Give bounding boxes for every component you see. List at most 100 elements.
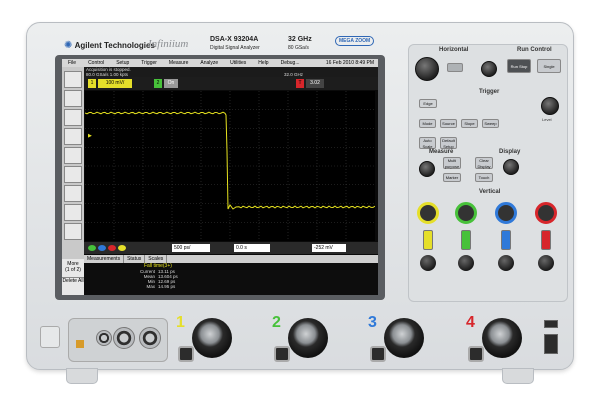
run-control-label: Run Control bbox=[517, 47, 552, 53]
menu-analyze[interactable]: Analyze bbox=[194, 60, 224, 66]
touch-button[interactable]: Touch bbox=[475, 173, 493, 182]
menu-help[interactable]: Help bbox=[252, 60, 274, 66]
menu-trigger[interactable]: Trigger bbox=[135, 60, 163, 66]
ch3-input-number: 3 bbox=[368, 314, 377, 331]
pulse-trigger-icon[interactable] bbox=[64, 128, 82, 145]
window-trigger-icon[interactable] bbox=[64, 166, 82, 183]
ch-toggle-icon[interactable] bbox=[98, 245, 106, 251]
ch3-scale-knob[interactable] bbox=[495, 202, 517, 224]
ch1-offset-knob[interactable] bbox=[420, 255, 436, 271]
ch2-probe-jack bbox=[274, 346, 290, 362]
bandwidth-label: 32 GHz 80 GSa/s bbox=[288, 36, 312, 51]
horizontal-position-knob[interactable] bbox=[481, 61, 497, 77]
auto-scale-button[interactable]: Auto Scale bbox=[419, 137, 436, 149]
control-bar: 500 ps/ 0.0 s -252 mV bbox=[84, 242, 378, 254]
trigger-section-label: Trigger bbox=[479, 89, 500, 95]
trigger-level-field[interactable]: -252 mV bbox=[312, 244, 346, 252]
power-button[interactable] bbox=[40, 326, 60, 348]
aux-in-connector bbox=[139, 327, 161, 349]
delay-field[interactable]: 0.0 s bbox=[234, 244, 270, 252]
trigger-value[interactable]: 3.02 bbox=[306, 79, 324, 88]
trigger-in-connector bbox=[113, 327, 135, 349]
default-setup-button[interactable]: Default Setup bbox=[440, 137, 457, 149]
display-screen: File Control Setup Trigger Measure Analy… bbox=[62, 59, 378, 295]
edge-trigger-icon[interactable] bbox=[64, 109, 82, 126]
mode-button[interactable]: Mode bbox=[419, 119, 436, 128]
tab-status[interactable]: Status bbox=[124, 255, 146, 263]
ch1-input-connector bbox=[192, 318, 232, 358]
megazoom-badge: MEGA ZOOM bbox=[335, 36, 375, 46]
ch3-on-button[interactable] bbox=[501, 230, 511, 250]
horizontal-section-label: Horizontal bbox=[439, 47, 469, 53]
ch2-offset-knob[interactable] bbox=[458, 255, 474, 271]
ch2-indicator[interactable]: 2 bbox=[154, 79, 162, 88]
single-button[interactable]: Single bbox=[537, 59, 561, 73]
ch1-input-number: 1 bbox=[176, 314, 185, 331]
foot-right bbox=[502, 368, 534, 384]
ch1-on-button[interactable] bbox=[423, 230, 433, 250]
ch-toggle-icon[interactable] bbox=[118, 245, 126, 251]
display-section-label: Display bbox=[499, 149, 521, 155]
measurement-panel: Measurements Status Scales Fall time(3+)… bbox=[84, 255, 378, 295]
ch4-on-button[interactable] bbox=[541, 230, 551, 250]
timebase-field[interactable]: 500 ps/ bbox=[172, 244, 210, 252]
ch2-input-number: 2 bbox=[272, 314, 281, 331]
menu-utilities[interactable]: Utilities bbox=[224, 60, 252, 66]
intensity-knob[interactable] bbox=[503, 159, 519, 175]
ch3-offset-knob[interactable] bbox=[498, 255, 514, 271]
ch3-input-connector bbox=[384, 318, 424, 358]
clear-display-button[interactable]: Clear Display bbox=[475, 157, 493, 169]
multi-purpose-button[interactable]: Multi purpose bbox=[443, 157, 461, 169]
foot-left bbox=[66, 368, 98, 384]
ch1-probe-jack bbox=[178, 346, 194, 362]
trigger-indicator[interactable]: T bbox=[296, 79, 304, 88]
menu-bar: File Control Setup Trigger Measure Analy… bbox=[62, 59, 378, 67]
ch3-probe-jack bbox=[370, 346, 386, 362]
run-stop-button[interactable]: Run Stop bbox=[507, 59, 531, 73]
menu-measure[interactable]: Measure bbox=[163, 60, 194, 66]
ch4-probe-jack bbox=[468, 346, 484, 362]
model-label: DSA-X 93204A Digital Signal Analyzer bbox=[210, 36, 260, 51]
aux-out-connector bbox=[96, 330, 112, 346]
marker-button[interactable]: Marker bbox=[443, 173, 461, 182]
pointer-tool-icon[interactable] bbox=[64, 71, 82, 88]
ch4-offset-knob[interactable] bbox=[538, 255, 554, 271]
ch1-scale-knob[interactable] bbox=[417, 202, 439, 224]
ch4-scale-knob[interactable] bbox=[535, 202, 557, 224]
zoom-button[interactable] bbox=[447, 63, 463, 72]
edge-button[interactable]: Edge bbox=[419, 99, 437, 108]
measure-section-label: Measure bbox=[429, 149, 454, 155]
menu-setup[interactable]: Setup bbox=[110, 60, 135, 66]
menu-file[interactable]: File bbox=[62, 60, 82, 66]
ch4-input-number: 4 bbox=[466, 314, 475, 331]
delete-all-button[interactable]: Delete All bbox=[62, 277, 84, 284]
tab-measurements[interactable]: Measurements bbox=[84, 255, 125, 263]
ch1-indicator[interactable]: 1 bbox=[88, 79, 96, 88]
horizontal-scale-knob[interactable] bbox=[415, 57, 439, 81]
measure-position-knob[interactable] bbox=[419, 161, 435, 177]
pattern-trigger-icon[interactable] bbox=[64, 223, 82, 240]
tab-scales[interactable]: Scales bbox=[145, 255, 168, 263]
waveform-graticule[interactable]: ▶ bbox=[85, 91, 375, 241]
ch-toggle-icon[interactable] bbox=[88, 245, 96, 251]
sweep-button[interactable]: Sweep bbox=[482, 119, 499, 128]
ch-toggle-icon[interactable] bbox=[108, 245, 116, 251]
slope-button[interactable]: Slope bbox=[461, 119, 478, 128]
ch2-on-button[interactable] bbox=[461, 230, 471, 250]
menu-debug[interactable]: Debug... bbox=[275, 60, 306, 66]
runt-trigger-icon[interactable] bbox=[64, 147, 82, 164]
infiniium-logo: Infiniium bbox=[148, 38, 189, 50]
timeout-trigger-icon[interactable] bbox=[64, 185, 82, 202]
more-button[interactable]: More (1 of 2) Delete All bbox=[62, 259, 84, 295]
source-button[interactable]: Source bbox=[440, 119, 457, 128]
level-label: Level bbox=[542, 117, 552, 122]
trigger-level-knob[interactable] bbox=[541, 97, 559, 115]
front-control-panel: Horizontal Run Control Run Stop Single T… bbox=[408, 44, 568, 302]
ch4-input-connector bbox=[482, 318, 522, 358]
transition-trigger-icon[interactable] bbox=[64, 204, 82, 221]
zoom-tool-icon[interactable] bbox=[64, 90, 82, 107]
ch2-state[interactable]: On bbox=[164, 79, 178, 88]
ch1-scale[interactable]: 100 mV/ bbox=[98, 79, 132, 88]
menu-control[interactable]: Control bbox=[82, 60, 110, 66]
ch2-scale-knob[interactable] bbox=[455, 202, 477, 224]
